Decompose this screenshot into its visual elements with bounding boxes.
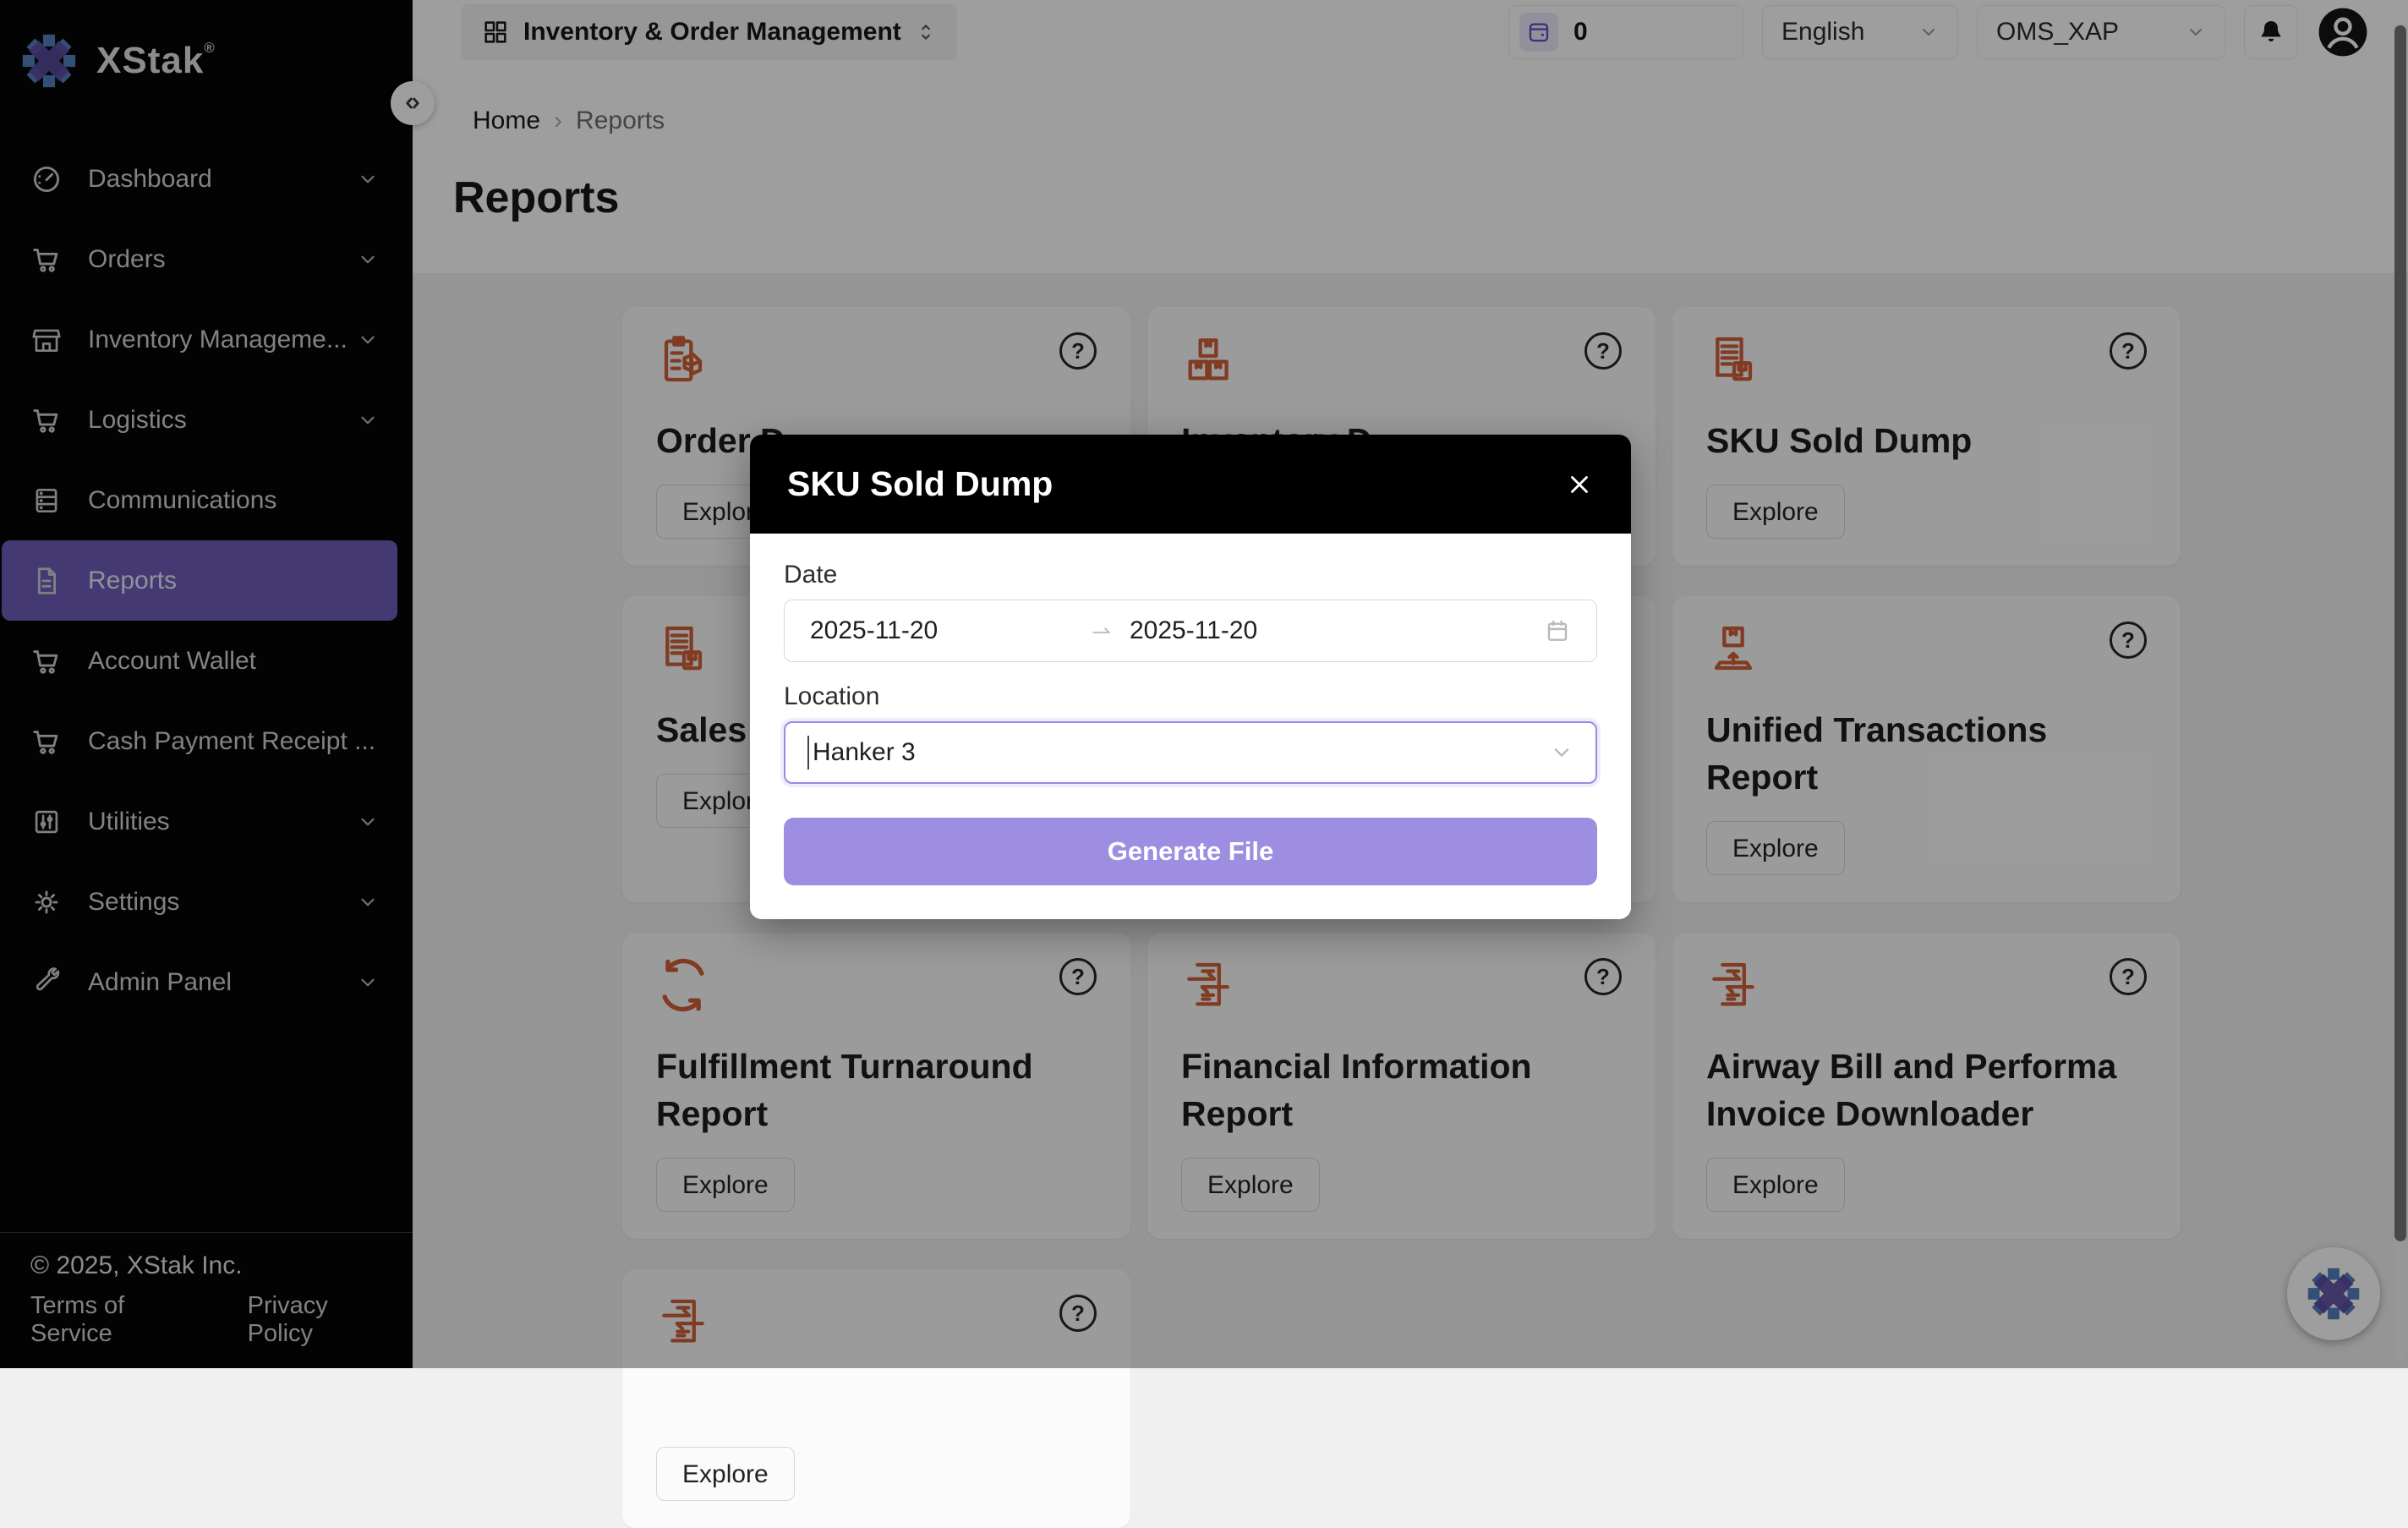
modal-body: Date 2025-11-20 2025-11-20 Location Hank…: [750, 534, 1631, 919]
modal-title: SKU Sold Dump: [787, 464, 1054, 503]
card-title: [656, 1379, 1096, 1427]
date-start-value[interactable]: 2025-11-20: [810, 616, 1089, 645]
chevron-down-icon: [1550, 741, 1573, 764]
close-icon[interactable]: [1565, 470, 1594, 499]
date-range-input[interactable]: 2025-11-20 2025-11-20: [784, 600, 1597, 662]
generate-file-button[interactable]: Generate File: [784, 818, 1597, 885]
arrow-right-icon: [1089, 618, 1114, 644]
date-label: Date: [784, 561, 838, 589]
text-caret: [807, 736, 809, 769]
location-value: Hanker 3: [813, 738, 916, 766]
location-label: Location: [784, 682, 880, 710]
calendar-icon: [1544, 617, 1571, 644]
sku-sold-dump-modal: SKU Sold Dump Date 2025-11-20 2025-11-20…: [750, 435, 1631, 919]
modal-header: SKU Sold Dump: [750, 435, 1631, 534]
date-end-value[interactable]: 2025-11-20: [1114, 616, 1544, 645]
explore-button[interactable]: Explore: [656, 1447, 795, 1501]
location-select[interactable]: Hanker 3: [784, 721, 1597, 784]
